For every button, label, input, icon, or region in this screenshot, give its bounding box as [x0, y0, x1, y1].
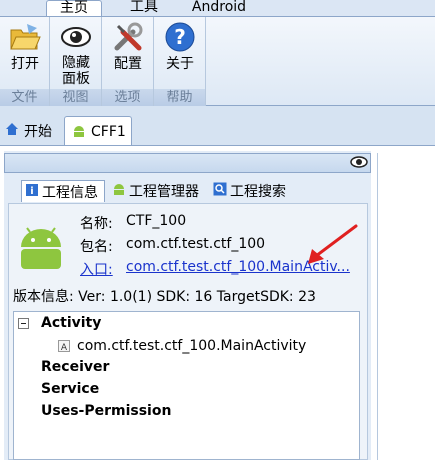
tree-service[interactable]: Service [41, 381, 99, 397]
activity-icon: A [58, 340, 70, 356]
entry-label[interactable]: 入口: [80, 259, 113, 279]
collapse-icon[interactable] [18, 318, 29, 333]
ribbon-group-view: 隐藏面板 视图 [50, 17, 102, 106]
open-button[interactable]: 打开 [0, 21, 50, 73]
name-label: 名称: [80, 216, 113, 232]
right-panel [377, 153, 435, 460]
tab-android[interactable]: Android [182, 0, 256, 16]
settings-button-label: 配置 [114, 56, 142, 72]
eye-icon [60, 21, 92, 53]
menu-bar: 主页 工具 Android [0, 0, 435, 16]
ribbon-group-label: 选项 [102, 89, 153, 106]
info-icon: i [25, 183, 39, 201]
android-icon [18, 227, 64, 275]
folder-open-icon [9, 21, 41, 53]
document-tabs: 开始 CFF1 [0, 106, 435, 146]
tab-project-info[interactable]: i 工程信息 [21, 180, 105, 202]
svg-text:i: i [30, 186, 33, 197]
arrow-icon [300, 222, 360, 276]
tab-project-info-label: 工程信息 [42, 184, 98, 201]
home-icon [4, 121, 20, 141]
project-package: com.ctf.test.ctf_100 [126, 236, 266, 252]
ribbon-group-label: 帮助 [154, 89, 205, 106]
tree-receiver[interactable]: Receiver [41, 359, 109, 375]
eye-icon[interactable] [350, 155, 368, 173]
tab-cff1-label: CFF1 [91, 123, 126, 140]
tab-start[interactable]: 开始 [4, 116, 52, 146]
hide-panel-button[interactable]: 隐藏面板 [50, 21, 102, 87]
tab-project-manager[interactable]: 工程管理器 [112, 180, 199, 202]
tab-tools[interactable]: 工具 [118, 0, 170, 16]
ribbon: 打开 文件 隐藏面板 视图 配置 选项 ? 关于 帮助 [0, 16, 435, 106]
about-button-label: 关于 [166, 56, 194, 72]
android-icon [112, 182, 126, 200]
android-icon [71, 122, 87, 142]
tree-activity[interactable]: Activity [41, 315, 101, 331]
ribbon-group-label: 视图 [50, 89, 101, 106]
tab-start-label: 开始 [24, 124, 52, 140]
tab-cff1[interactable]: CFF1 [64, 116, 132, 146]
tools-icon [112, 21, 144, 53]
svg-text:A: A [61, 343, 68, 352]
tab-home[interactable]: 主页 [46, 0, 102, 16]
tab-project-search-label: 工程搜索 [230, 184, 286, 200]
hide-panel-label: 隐藏面板 [62, 55, 90, 87]
tab-project-manager-label: 工程管理器 [129, 184, 199, 200]
ribbon-group-label: 文件 [0, 89, 49, 106]
tab-project-search[interactable]: 工程搜索 [213, 180, 286, 202]
open-button-label: 打开 [11, 56, 39, 72]
search-icon [213, 182, 227, 200]
ribbon-group-options: 配置 选项 [102, 17, 154, 106]
tree-activity-item[interactable]: com.ctf.test.ctf_100.MainActivity [77, 338, 306, 354]
settings-button[interactable]: 配置 [102, 21, 154, 73]
tree-uses-permission[interactable]: Uses-Permission [41, 403, 171, 419]
about-button[interactable]: ? 关于 [154, 21, 206, 73]
project-name: CTF_100 [126, 213, 187, 229]
help-icon: ? [164, 21, 196, 53]
panel-header [4, 153, 371, 173]
ribbon-group-file: 打开 文件 [0, 17, 50, 106]
ribbon-group-help: ? 关于 帮助 [154, 17, 206, 106]
version-info: 版本信息: Ver: 1.0(1) SDK: 16 TargetSDK: 23 [13, 289, 316, 305]
svg-text:?: ? [174, 25, 186, 49]
package-label: 包名: [80, 239, 113, 255]
